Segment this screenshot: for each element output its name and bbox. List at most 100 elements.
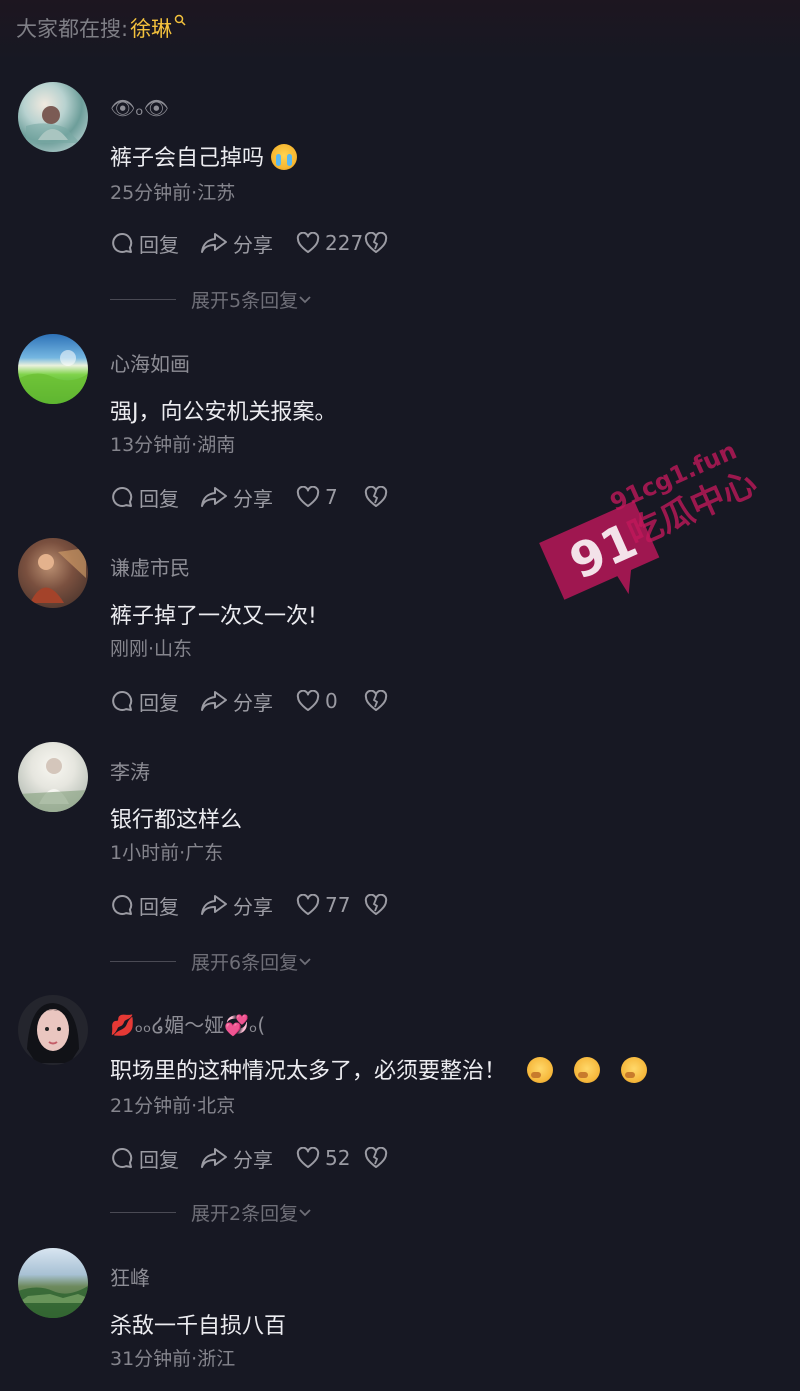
expand-replies[interactable]: 展开2条回复 (110, 1199, 312, 1225)
like-count: 77 (325, 893, 351, 917)
comment-actions: 回复 分享 77 (110, 890, 388, 920)
expand-replies[interactable]: 展开5条回复 (110, 286, 312, 312)
share-label: 分享 (233, 486, 273, 511)
share-icon (200, 894, 228, 916)
dislike-button[interactable] (364, 690, 388, 712)
like-button[interactable]: 52 (296, 1146, 364, 1170)
broken-heart-icon (364, 486, 388, 508)
expand-divider (110, 298, 176, 300)
share-icon (200, 1147, 228, 1169)
thinking-emoji-icon (527, 1057, 554, 1083)
share-button[interactable]: 分享 (200, 229, 296, 258)
comments-page: 大家都在搜: 徐琳 👁ₒ👁 裤子会自己掉吗 25分钟前·江苏 回复 分享 227… (0, 0, 800, 1391)
avatar[interactable] (18, 995, 88, 1065)
avatar[interactable] (18, 334, 88, 404)
reply-label: 回复 (139, 232, 179, 257)
comment-text-body: 职场里的这种情况太多了，必须要整治！ (110, 1059, 507, 1084)
comment-actions: 回复 分享 7 (110, 482, 388, 512)
comment-username[interactable]: 李涛 (110, 756, 150, 785)
comment-text: 裤子掉了一次又一次! (110, 604, 317, 629)
share-icon (200, 486, 228, 508)
watermark-title: 吃瓜中心 (622, 463, 760, 555)
expand-replies-label: 展开5条回复 (191, 289, 299, 312)
comment-time-location: 25分钟前·江苏 (110, 182, 236, 204)
expand-replies[interactable]: 展开6条回复 (110, 948, 312, 974)
share-label: 分享 (233, 894, 273, 919)
comment-username[interactable]: 狂峰 (110, 1262, 150, 1291)
avatar[interactable] (18, 82, 88, 152)
broken-heart-icon (364, 232, 388, 254)
like-button[interactable]: 7 (296, 485, 364, 509)
comment-text: 银行都这样么 (110, 808, 243, 833)
comment-icon (110, 231, 134, 255)
reply-button[interactable]: 回复 (110, 891, 200, 920)
expand-divider (110, 960, 176, 962)
comment-text: 杀敌一千自损八百 (110, 1314, 287, 1339)
dislike-button[interactable] (364, 486, 388, 508)
like-button[interactable]: 77 (296, 893, 364, 917)
dislike-button[interactable] (364, 894, 388, 916)
share-button[interactable]: 分享 (200, 891, 296, 920)
trending-search-prefix: 大家都在搜: (16, 17, 129, 41)
watermark-number: 91 (562, 512, 646, 590)
avatar[interactable] (18, 742, 88, 812)
comment-actions: 回复 分享 52 (110, 1143, 388, 1173)
reply-label: 回复 (139, 486, 179, 511)
broken-heart-icon (364, 894, 388, 916)
chevron-down-icon (298, 1201, 312, 1223)
trending-search-keyword[interactable]: 徐琳 (130, 13, 172, 43)
dislike-button[interactable] (364, 1147, 388, 1169)
like-count: 52 (325, 1146, 351, 1170)
reply-button[interactable]: 回复 (110, 687, 200, 716)
heart-icon (296, 232, 320, 254)
comment-icon (110, 689, 134, 713)
reply-button[interactable]: 回复 (110, 229, 200, 258)
reply-button[interactable]: 回复 (110, 483, 200, 512)
site-watermark: 91 91cg1.fun 吃瓜中心 (539, 436, 760, 600)
share-button[interactable]: 分享 (200, 483, 296, 512)
comment-text-body: 裤子会自己掉吗 (110, 146, 265, 171)
trending-search-bar[interactable]: 大家都在搜: 徐琳 (16, 12, 186, 44)
reply-label: 回复 (139, 894, 179, 919)
share-button[interactable]: 分享 (200, 1144, 296, 1173)
expand-replies-label: 展开2条回复 (191, 1202, 299, 1225)
heart-icon (296, 690, 320, 712)
comment-time-location: 1小时前·广东 (110, 842, 224, 864)
comment-username[interactable]: 👁ₒ👁 (110, 96, 169, 120)
like-button[interactable]: 0 (296, 689, 364, 713)
like-count: 7 (325, 485, 338, 509)
like-button[interactable]: 227 (296, 231, 364, 255)
share-button[interactable]: 分享 (200, 687, 296, 716)
reply-button[interactable]: 回复 (110, 1144, 200, 1173)
avatar[interactable] (18, 538, 88, 608)
broken-heart-icon (364, 1147, 388, 1169)
comment-icon (110, 893, 134, 917)
comment-username[interactable]: 心海如画 (110, 348, 190, 377)
comment-time-location: 31分钟前·浙江 (110, 1348, 236, 1370)
comment-time-location: 13分钟前·湖南 (110, 434, 236, 456)
comment-icon (110, 485, 134, 509)
reply-label: 回复 (139, 690, 179, 715)
comment-text: 强J，向公安机关报案。 (110, 400, 337, 425)
dislike-button[interactable] (364, 232, 388, 254)
comment-username[interactable]: 谦虚市民 (110, 552, 190, 581)
expand-divider (110, 1211, 176, 1213)
reply-label: 回复 (139, 1147, 179, 1172)
crying-emoji-icon (271, 144, 298, 170)
comment-actions: 回复 分享 227 (110, 228, 388, 258)
like-count: 227 (325, 231, 364, 255)
comment-username[interactable]: 💋ₒₒ໒媚～娅💞ₒ( (110, 1009, 265, 1038)
avatar[interactable] (18, 1248, 88, 1318)
chevron-down-icon (298, 950, 312, 972)
search-icon (174, 14, 186, 30)
like-count: 0 (325, 689, 338, 713)
expand-replies-label: 展开6条回复 (191, 951, 299, 974)
comment-text: 裤子会自己掉吗 (110, 140, 298, 172)
thinking-emoji-icon (574, 1057, 601, 1083)
comment-text: 职场里的这种情况太多了，必须要整治！ (110, 1053, 648, 1085)
comment-time-location: 刚刚·山东 (110, 638, 193, 660)
heart-icon (296, 1147, 320, 1169)
broken-heart-icon (364, 690, 388, 712)
thinking-emoji-icon (621, 1057, 648, 1083)
share-label: 分享 (233, 232, 273, 257)
